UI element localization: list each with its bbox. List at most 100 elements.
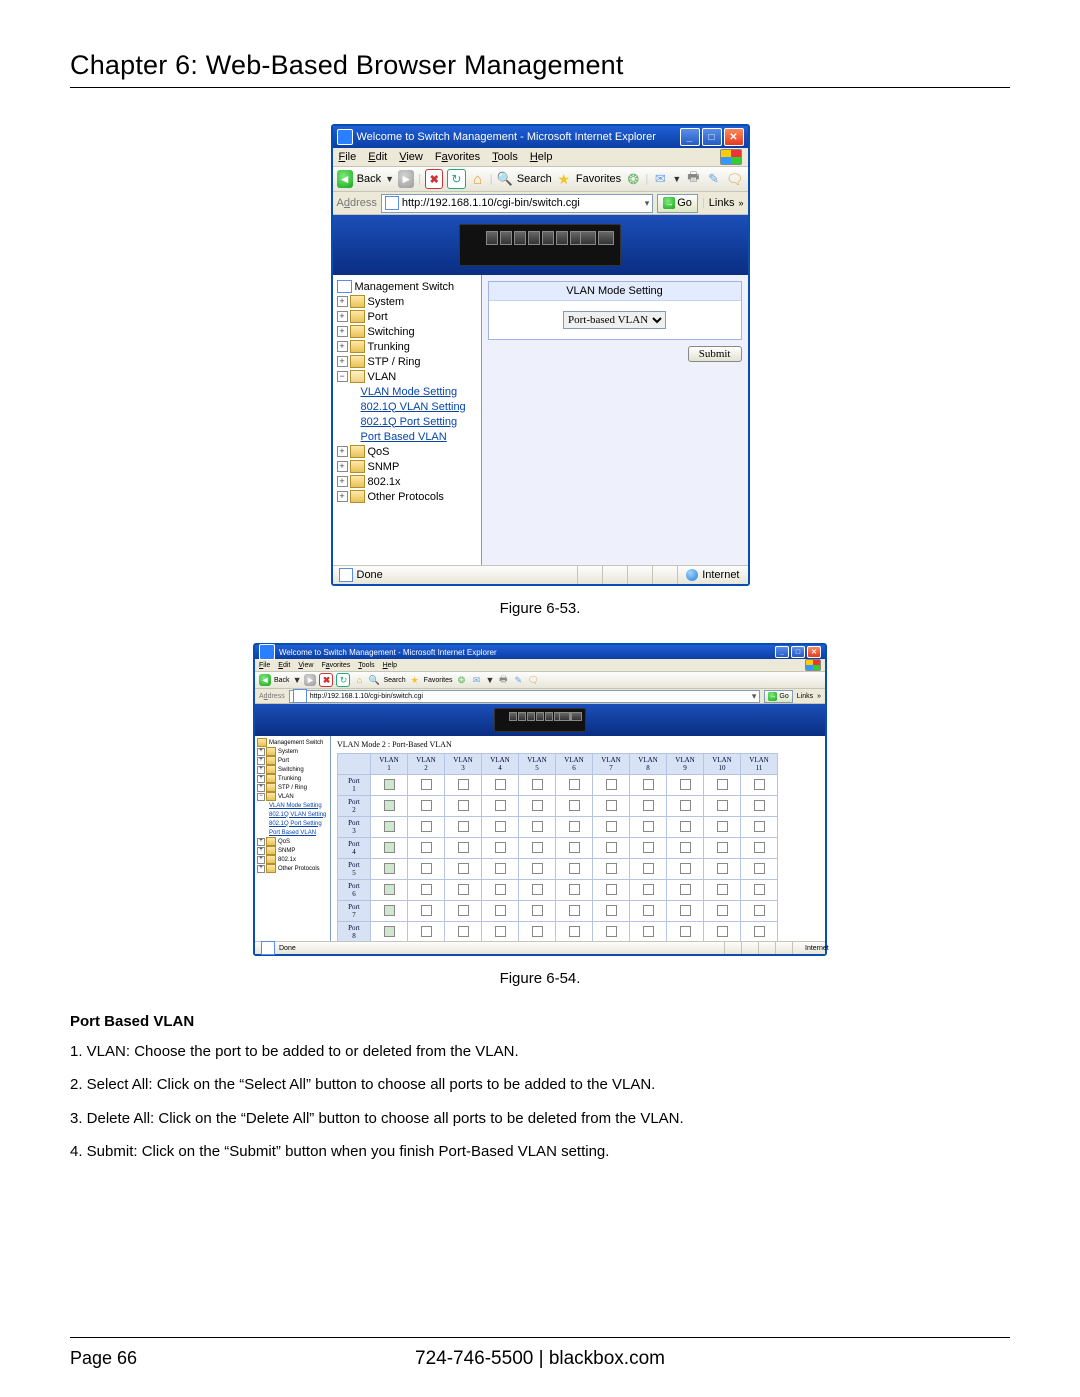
port-vlan-checkbox[interactable] (458, 779, 469, 790)
go-button[interactable]: →Go (764, 690, 792, 703)
close-button[interactable]: ✕ (807, 646, 821, 658)
port-vlan-checkbox[interactable] (421, 863, 432, 874)
menu-favorites[interactable]: Favorites (435, 151, 480, 163)
port-vlan-checkbox[interactable] (643, 926, 654, 937)
port-vlan-checkbox[interactable] (680, 905, 691, 916)
back-button[interactable]: ◄ (337, 170, 353, 188)
url-dropdown[interactable]: ▾ (752, 691, 757, 702)
port-vlan-checkbox[interactable] (754, 905, 765, 916)
menu-tools[interactable]: Tools (358, 662, 374, 669)
tree-vlan-mode[interactable]: VLAN Mode Setting (269, 803, 322, 809)
port-vlan-checkbox[interactable] (458, 821, 469, 832)
port-vlan-checkbox[interactable] (532, 863, 543, 874)
tree-vlan-8021q-port[interactable]: 802.1Q Port Setting (361, 416, 458, 428)
port-vlan-checkbox[interactable] (421, 926, 432, 937)
expand-icon[interactable]: + (337, 341, 348, 352)
tree-vlan-portbased[interactable]: Port Based VLAN (269, 830, 316, 836)
expand-icon[interactable]: + (337, 446, 348, 457)
tree-qos[interactable]: QoS (278, 839, 290, 845)
port-vlan-checkbox[interactable] (532, 884, 543, 895)
port-vlan-checkbox[interactable] (458, 926, 469, 937)
url-input[interactable]: http://192.168.1.10/cgi-bin/switch.cgi ▾ (381, 194, 653, 213)
port-vlan-checkbox[interactable] (754, 821, 765, 832)
menu-file[interactable]: File (259, 662, 270, 669)
search-label[interactable]: Search (517, 173, 552, 185)
favorites-label[interactable]: Favorites (576, 173, 621, 185)
stop-button[interactable]: ✖ (319, 673, 333, 687)
port-vlan-checkbox[interactable] (458, 863, 469, 874)
tree-other[interactable]: Other Protocols (368, 491, 444, 503)
port-vlan-checkbox[interactable] (384, 779, 395, 790)
expand-icon[interactable]: + (337, 476, 348, 487)
port-vlan-checkbox[interactable] (384, 821, 395, 832)
history-icon[interactable]: ❂ (455, 674, 467, 686)
url-input[interactable]: http://192.168.1.10/cgi-bin/switch.cgi ▾ (289, 690, 761, 703)
port-vlan-checkbox[interactable] (717, 800, 728, 811)
port-vlan-checkbox[interactable] (717, 863, 728, 874)
tree-8021x[interactable]: 802.1x (368, 476, 401, 488)
tree-port[interactable]: Port (278, 758, 289, 764)
links-label[interactable]: Links (797, 693, 813, 700)
tree-other[interactable]: Other Protocols (278, 866, 320, 872)
tree-switching[interactable]: Switching (278, 767, 304, 773)
port-vlan-checkbox[interactable] (606, 926, 617, 937)
tree-vlan-8021q[interactable]: 802.1Q VLAN Setting (269, 812, 326, 818)
port-vlan-checkbox[interactable] (384, 884, 395, 895)
tree-system[interactable]: System (278, 749, 298, 755)
home-button[interactable]: ⌂ (470, 170, 486, 188)
port-vlan-checkbox[interactable] (532, 779, 543, 790)
forward-button[interactable]: ► (398, 170, 414, 188)
menu-view[interactable]: View (298, 662, 313, 669)
search-icon[interactable]: 🔍 (368, 674, 380, 686)
tree-stp[interactable]: STP / Ring (368, 356, 421, 368)
tree-vlan-8021q-port[interactable]: 802.1Q Port Setting (269, 821, 322, 827)
favorites-icon[interactable]: ★ (409, 674, 421, 686)
port-vlan-checkbox[interactable] (754, 779, 765, 790)
submit-button[interactable]: Submit (688, 346, 742, 362)
tree-vlan[interactable]: VLAN (278, 794, 294, 800)
expand-icon[interactable]: + (337, 491, 348, 502)
port-vlan-checkbox[interactable] (495, 884, 506, 895)
port-vlan-checkbox[interactable] (458, 800, 469, 811)
links-label[interactable]: Links (709, 197, 735, 209)
port-vlan-checkbox[interactable] (754, 800, 765, 811)
expand-icon[interactable]: + (337, 296, 348, 307)
favorites-icon[interactable]: ★ (556, 170, 572, 188)
edit-icon[interactable]: ✎ (512, 674, 524, 686)
port-vlan-checkbox[interactable] (717, 905, 728, 916)
port-vlan-checkbox[interactable] (680, 821, 691, 832)
port-vlan-checkbox[interactable] (532, 821, 543, 832)
tree-vlan-mode[interactable]: VLAN Mode Setting (361, 386, 458, 398)
port-vlan-checkbox[interactable] (569, 821, 580, 832)
port-vlan-checkbox[interactable] (606, 779, 617, 790)
mail-icon[interactable]: ✉ (470, 674, 482, 686)
port-vlan-checkbox[interactable] (532, 926, 543, 937)
port-vlan-checkbox[interactable] (495, 905, 506, 916)
port-vlan-checkbox[interactable] (421, 800, 432, 811)
refresh-button[interactable]: ↻ (336, 673, 350, 687)
collapse-icon[interactable]: − (337, 371, 348, 382)
tree-root[interactable]: Management Switch (355, 281, 455, 293)
port-vlan-checkbox[interactable] (680, 926, 691, 937)
port-vlan-checkbox[interactable] (643, 905, 654, 916)
back-button[interactable]: ◄ (259, 674, 271, 686)
menu-favorites[interactable]: Favorites (321, 662, 350, 669)
port-vlan-checkbox[interactable] (458, 905, 469, 916)
port-vlan-checkbox[interactable] (421, 905, 432, 916)
maximize-button[interactable]: □ (702, 128, 722, 146)
port-vlan-checkbox[interactable] (421, 821, 432, 832)
port-vlan-checkbox[interactable] (421, 842, 432, 853)
port-vlan-checkbox[interactable] (717, 926, 728, 937)
favorites-label[interactable]: Favorites (424, 677, 453, 684)
port-vlan-checkbox[interactable] (384, 842, 395, 853)
port-vlan-checkbox[interactable] (569, 842, 580, 853)
tree-switching[interactable]: Switching (368, 326, 415, 338)
tree-root[interactable]: Management Switch (269, 740, 323, 746)
port-vlan-checkbox[interactable] (384, 926, 395, 937)
close-button[interactable]: ✕ (724, 128, 744, 146)
port-vlan-checkbox[interactable] (717, 884, 728, 895)
minimize-button[interactable]: _ (775, 646, 789, 658)
port-vlan-checkbox[interactable] (717, 821, 728, 832)
port-vlan-checkbox[interactable] (458, 884, 469, 895)
port-vlan-checkbox[interactable] (606, 800, 617, 811)
